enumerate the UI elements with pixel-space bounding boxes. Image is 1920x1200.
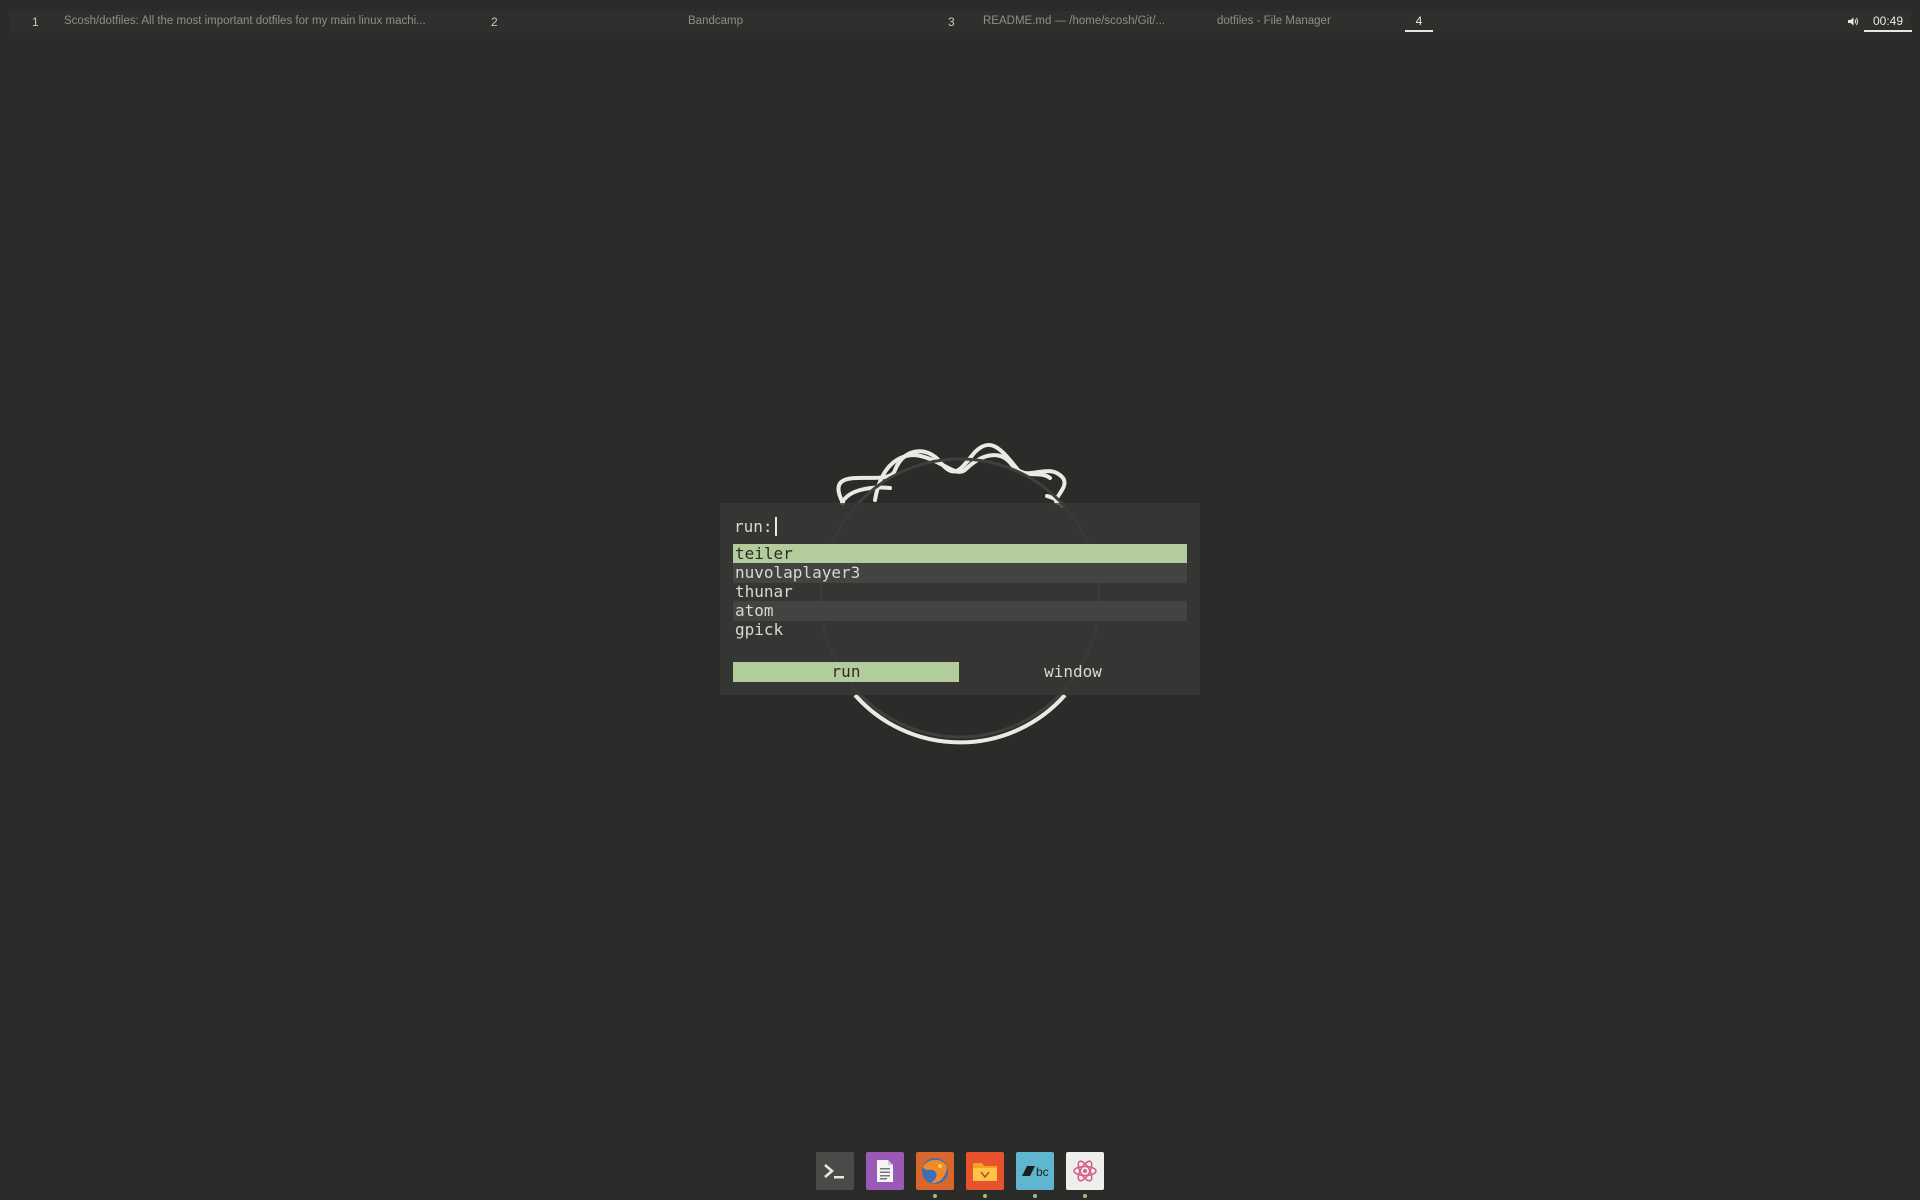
- workspace-1-button[interactable]: 1: [32, 15, 39, 29]
- running-indicator: [1083, 1194, 1087, 1198]
- launcher-entry-atom[interactable]: atom: [733, 601, 1187, 621]
- prompt-label: run:: [734, 517, 773, 536]
- prompt-row[interactable]: run:: [734, 517, 777, 537]
- window-title-4[interactable]: dotfiles - File Manager: [1217, 15, 1331, 27]
- volume-icon[interactable]: [1847, 16, 1859, 30]
- window-title-3[interactable]: README.md — /home/scosh/Git/...: [983, 15, 1165, 27]
- text-cursor: [774, 517, 777, 536]
- launcher-entry-nuvolaplayer3[interactable]: nuvolaplayer3: [733, 563, 1187, 583]
- file-manager-icon[interactable]: [966, 1152, 1004, 1190]
- atom-icon[interactable]: [1066, 1152, 1104, 1190]
- window-title-2[interactable]: Bandcamp: [688, 15, 743, 27]
- svg-text:bc: bc: [1036, 1165, 1049, 1179]
- firefox-icon[interactable]: [916, 1152, 954, 1190]
- top-panel: 1 Scosh/dotfiles: All the most important…: [9, 11, 1912, 33]
- workspace-3-button[interactable]: 3: [948, 15, 955, 29]
- mode-window-button[interactable]: window: [960, 662, 1186, 682]
- window-title-1[interactable]: Scosh/dotfiles: All the most important d…: [64, 15, 426, 27]
- running-indicator: [983, 1194, 987, 1198]
- text-editor-icon[interactable]: [866, 1152, 904, 1190]
- run-launcher: run: teiler nuvolaplayer3 thunar atom gp…: [720, 503, 1200, 695]
- bandcamp-icon[interactable]: bc: [1016, 1152, 1054, 1190]
- workspace-2-button[interactable]: 2: [491, 15, 498, 29]
- running-indicator: [1033, 1194, 1037, 1198]
- launcher-entry-gpick[interactable]: gpick: [733, 620, 1187, 640]
- running-indicator: [933, 1194, 937, 1198]
- launcher-entry-thunar[interactable]: thunar: [733, 582, 1187, 602]
- terminal-icon[interactable]: [816, 1152, 854, 1190]
- mode-run-button[interactable]: run: [733, 662, 959, 682]
- clock[interactable]: 00:49: [1864, 14, 1912, 32]
- workspace-4-button[interactable]: 4: [1405, 14, 1433, 32]
- launcher-entry-teiler[interactable]: teiler: [733, 544, 1187, 564]
